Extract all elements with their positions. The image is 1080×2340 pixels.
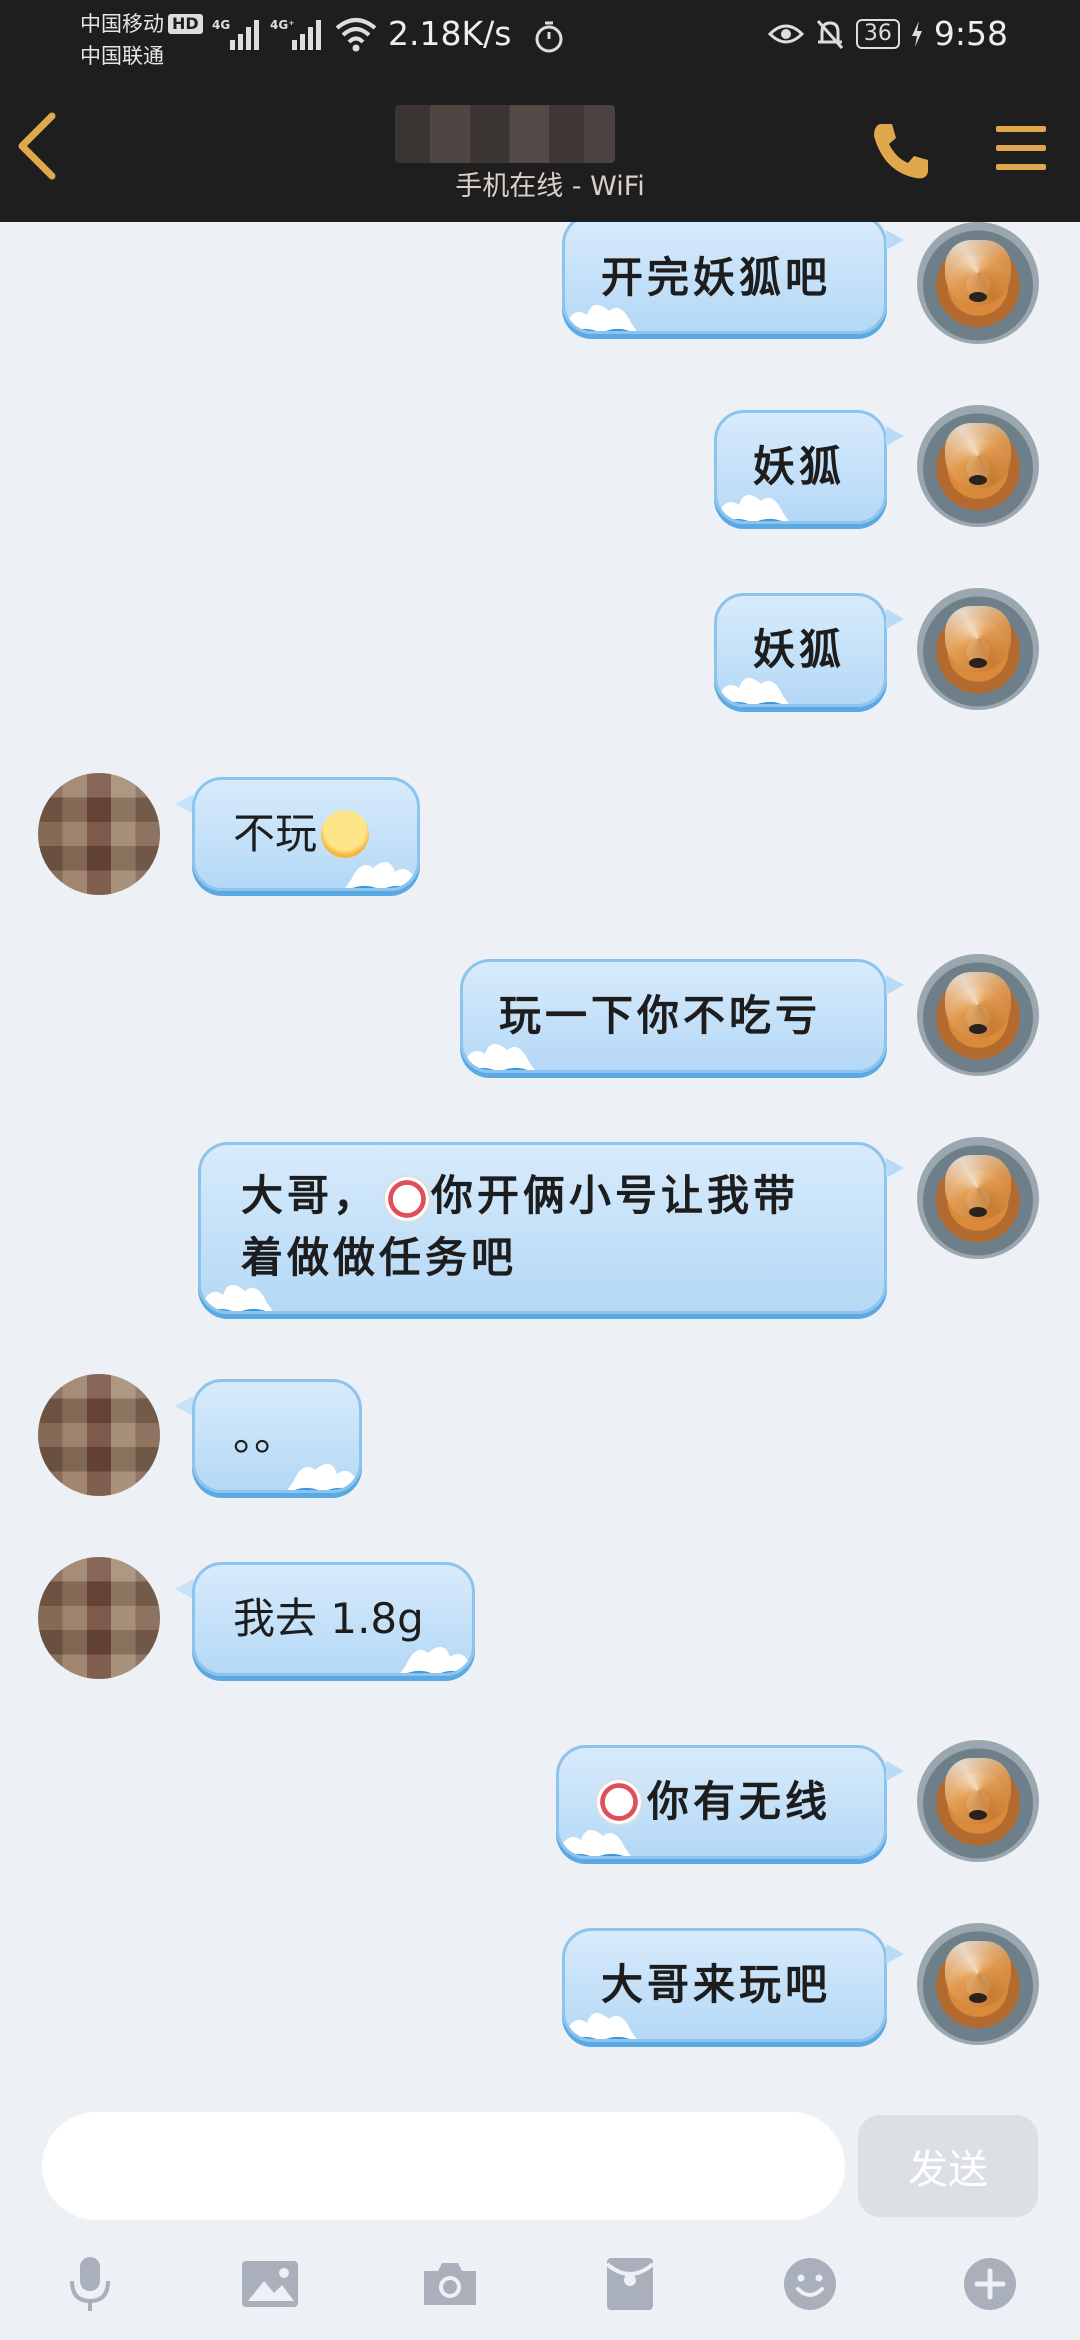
message-bubble[interactable]: 妖狐 (714, 593, 887, 707)
message-text-content: 不玩 (233, 809, 318, 858)
charging-icon (911, 20, 922, 47)
bubble-tail (886, 1158, 904, 1178)
mute-bell-icon (816, 19, 844, 49)
contact-avatar[interactable] (38, 1374, 160, 1496)
message-text: 开完妖狐吧 (601, 253, 832, 302)
message-bubble[interactable]: 玩一下你不吃亏 (460, 959, 887, 1073)
bubble-tail (886, 1761, 904, 1781)
timer-icon (535, 21, 563, 53)
bubble-tail (886, 1944, 904, 1964)
contact-avatar[interactable] (38, 1557, 160, 1679)
bubble-tail (886, 975, 904, 995)
message-text: 。。 (233, 1411, 297, 1460)
eye-icon (767, 24, 804, 43)
message-text: 大哥， 你开俩小号让我带 着做做任务吧 (201, 1145, 884, 1311)
net-speed: 2.18K/s (388, 14, 512, 53)
hd-badge: HD (168, 14, 203, 34)
message-text: 不玩 (195, 780, 417, 888)
message-text-part: 着做做任务吧 (241, 1233, 518, 1282)
my-avatar[interactable] (917, 1923, 1039, 2045)
carrier-2: 中国联通 (80, 44, 164, 68)
message-text: 你有无线 (559, 1748, 884, 1856)
message-bubble[interactable]: 大哥来玩吧 (562, 1928, 887, 2042)
my-avatar[interactable] (917, 588, 1039, 710)
message-list[interactable]: 开完妖狐吧 妖狐 妖狐 不玩 玩一下你不吃亏 大哥， 你开俩小号让我带 着做做任务… (0, 222, 1080, 2107)
phone-icon[interactable] (868, 118, 934, 184)
message-bubble[interactable]: 不玩 (192, 777, 420, 891)
battery-level: 36 (855, 18, 900, 49)
camera-icon[interactable] (418, 2252, 482, 2316)
crying-face-sticker (383, 1175, 432, 1223)
my-avatar[interactable] (917, 222, 1039, 344)
bubble-tail (175, 794, 193, 814)
message-text-part: 你开俩小号让我带 (431, 1171, 800, 1220)
message-text-content: 你有无线 (647, 1777, 832, 1826)
mic-icon[interactable] (58, 2252, 122, 2316)
bubble-tail (175, 1396, 193, 1416)
message-bubble[interactable]: 我去 1.8g (192, 1562, 475, 1676)
top-bar: 中国移动 HD 中国联通 4G 4G⁺ 2.18K/s 36 9:58 手机在线… (0, 0, 1080, 222)
signal-2-icon (292, 20, 321, 50)
message-text: 大哥来玩吧 (601, 1960, 832, 2009)
bubble-tail (886, 609, 904, 629)
my-avatar[interactable] (917, 1137, 1039, 1259)
plus-icon[interactable] (958, 2252, 1022, 2316)
message-text: 妖狐 (753, 442, 846, 491)
message-bubble[interactable]: 妖狐 (714, 410, 887, 524)
message-text: 妖狐 (753, 625, 846, 674)
bubble-tail (886, 230, 904, 250)
carrier-1: 中国移动 (80, 12, 164, 36)
input-toolbar (0, 2238, 1080, 2340)
send-button[interactable]: 发送 (858, 2115, 1038, 2217)
wifi-icon (335, 18, 377, 52)
image-icon[interactable] (238, 2252, 302, 2316)
message-bubble[interactable]: 大哥， 你开俩小号让我带 着做做任务吧 (198, 1142, 887, 1314)
message-bubble[interactable]: 。。 (192, 1379, 362, 1493)
crying-face-sticker (595, 1778, 643, 1826)
message-bubble[interactable]: 开完妖狐吧 (562, 222, 887, 334)
emoji-icon[interactable] (778, 2252, 842, 2316)
contact-avatar[interactable] (38, 773, 160, 895)
message-text-part: 大哥， (241, 1171, 380, 1220)
bubble-tail (886, 426, 904, 446)
my-avatar[interactable] (917, 405, 1039, 527)
message-text: 我去 1.8g (233, 1594, 424, 1643)
squinting-face-emoji (321, 810, 370, 858)
clock: 9:58 (933, 14, 1008, 53)
message-text: 玩一下你不吃亏 (499, 991, 822, 1040)
message-bubble[interactable]: 你有无线 (556, 1745, 887, 1859)
menu-icon[interactable] (993, 120, 1049, 176)
contact-name-blurred (395, 105, 615, 163)
my-avatar[interactable] (917, 954, 1039, 1076)
my-avatar[interactable] (917, 1740, 1039, 1862)
message-input[interactable] (42, 2112, 845, 2220)
carrier-info: 中国移动 HD 中国联通 (80, 8, 203, 72)
signal-1-icon (230, 20, 259, 50)
bubble-tail (175, 1579, 193, 1599)
red-packet-icon[interactable] (598, 2252, 662, 2316)
composer: 发送 (0, 2107, 1080, 2227)
status-right: 36 9:58 (767, 14, 1008, 53)
